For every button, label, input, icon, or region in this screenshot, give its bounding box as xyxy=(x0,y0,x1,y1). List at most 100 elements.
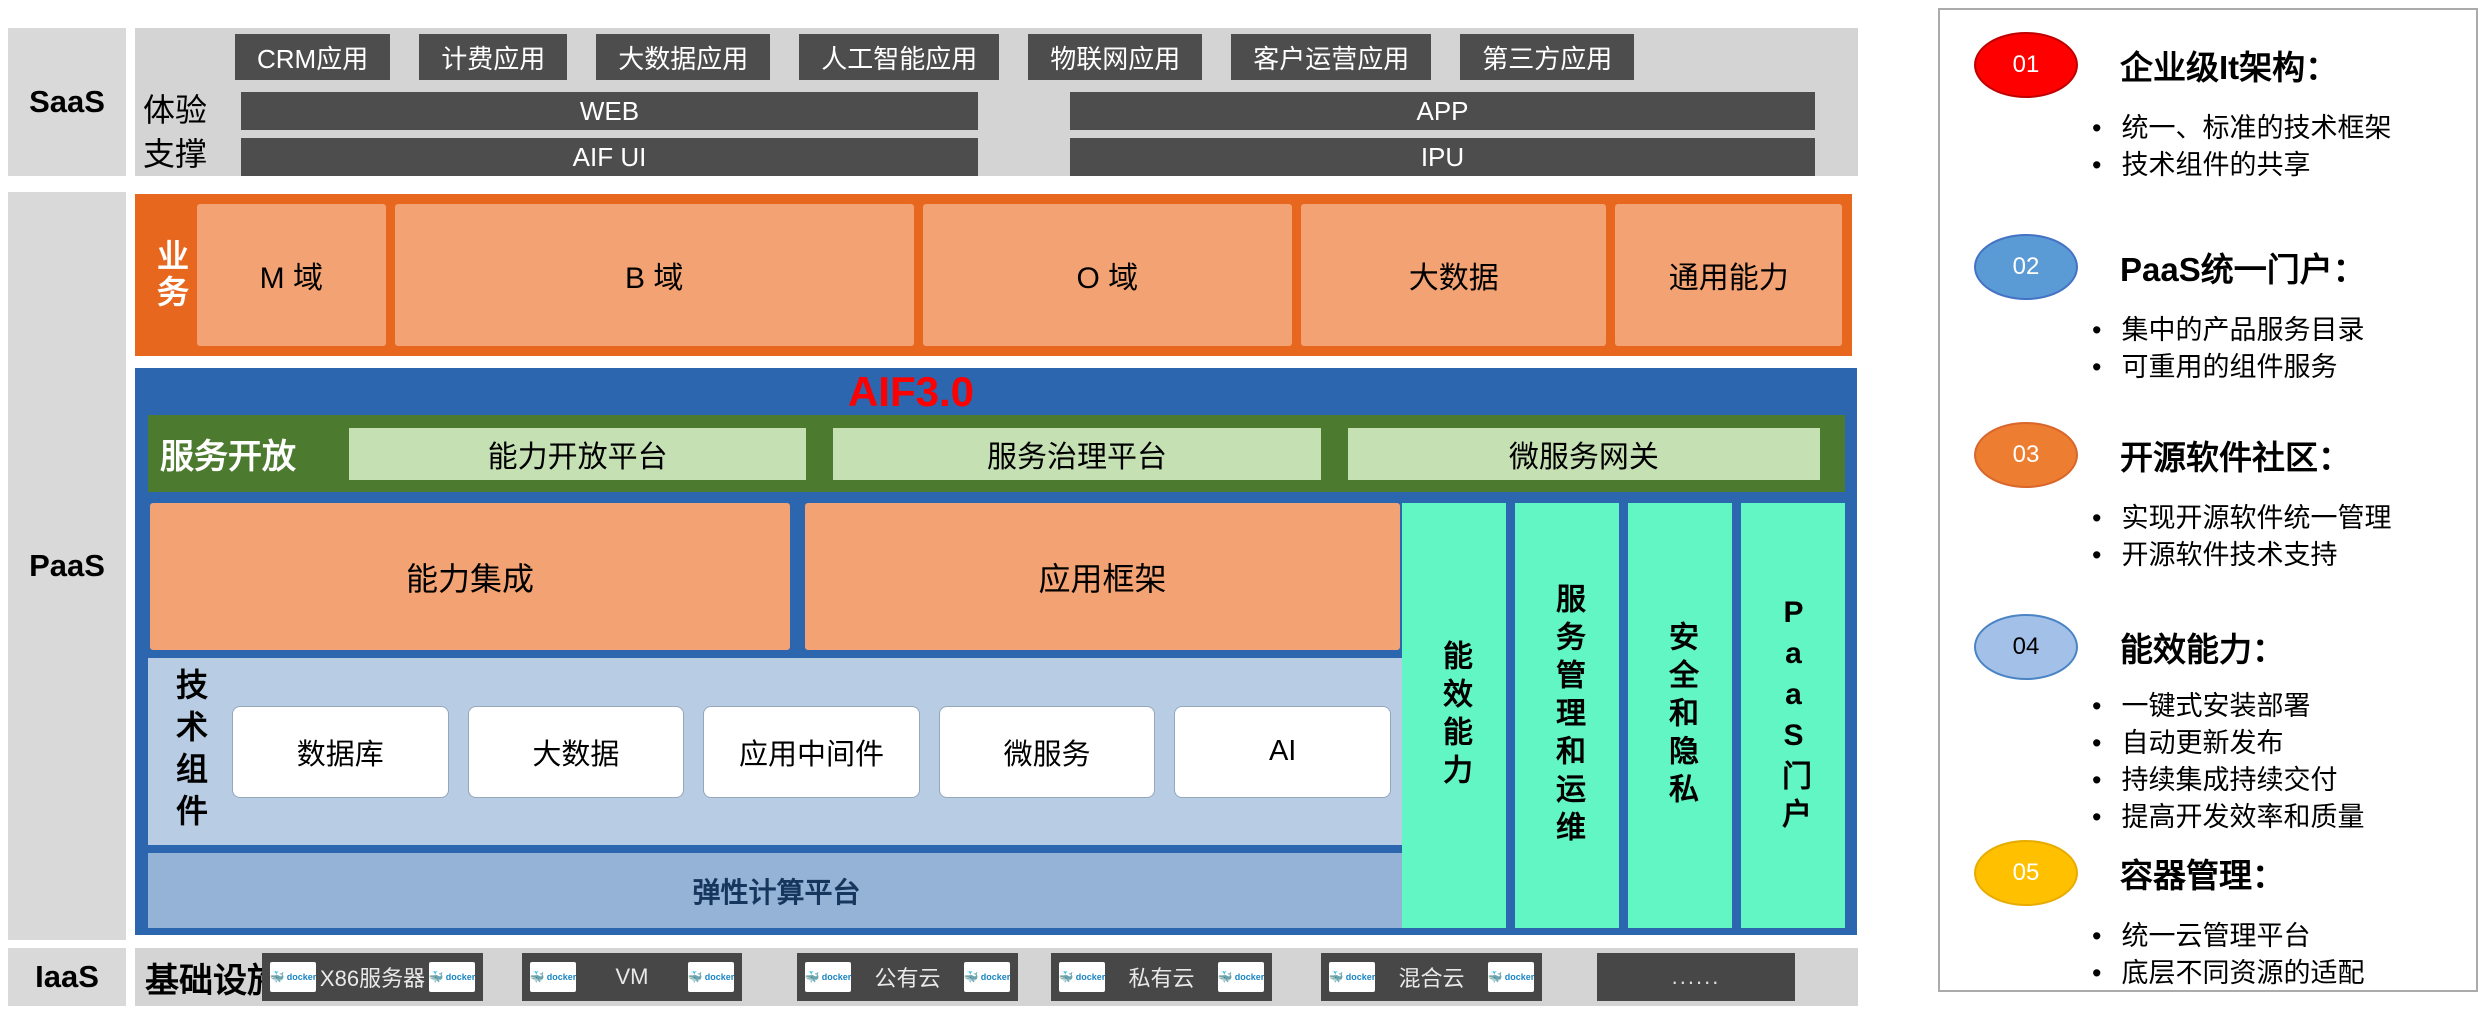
service-open-row: 服务开放 能力开放平台 服务治理平台 微服务网关 xyxy=(148,415,1845,492)
experience-support-label: 体验 支撑 xyxy=(143,88,207,176)
capability-open-platform: 能力开放平台 xyxy=(349,428,806,480)
note-bullet: 开源软件技术支持 xyxy=(2092,537,2462,574)
capability-integration-block: 能力集成 xyxy=(150,503,790,650)
ipu-bar: IPU xyxy=(1070,138,1815,176)
key-points-panel: 01 企业级It架构： 统一、标准的技术框架 技术组件的共享 02 PaaS统一… xyxy=(1938,8,2478,992)
note-number-badge: 05 xyxy=(1974,840,2078,906)
note-bullet: 可重用的组件服务 xyxy=(2092,349,2462,386)
tech-item-microservice: 微服务 xyxy=(939,706,1156,798)
note-bullet: 统一云管理平台 xyxy=(2092,918,2462,955)
app-chip-iot: 物联网应用 xyxy=(1028,34,1202,80)
platform-pillars: 能效能力 服务管理和运维 安全和隐私 PaaS门户 xyxy=(1402,503,1845,928)
app-bar: APP xyxy=(1070,92,1815,130)
elastic-computing-platform: 弹性计算平台 xyxy=(148,853,1405,928)
note-number-badge: 03 xyxy=(1974,422,2078,488)
docker-whale-icon: 🐳 xyxy=(964,971,979,983)
note-item-05: 05 容器管理： 统一云管理平台 底层不同资源的适配 xyxy=(1974,840,2462,992)
tech-components-panel: 技术组件 数据库 大数据 应用中间件 微服务 AI xyxy=(148,658,1405,845)
pillar-service-mgmt-ops: 服务管理和运维 xyxy=(1515,503,1619,928)
note-title: 能效能力： xyxy=(2120,623,2285,671)
app-chip-ai: 人工智能应用 xyxy=(799,34,999,80)
note-bullet: 统一、标准的技术框架 xyxy=(2092,110,2462,147)
app-chip-bigdata: 大数据应用 xyxy=(596,34,770,80)
docker-whale-icon: 🐳 xyxy=(270,971,285,983)
it-architecture-diagram: SaaS PaaS IaaS CRM应用 计费应用 大数据应用 人工智能应用 物… xyxy=(0,0,2490,1010)
tech-item-bigdata: 大数据 xyxy=(468,706,685,798)
business-layer: 业务 M 域 B 域 O 域 大数据 通用能力 xyxy=(135,194,1852,356)
pillar-security-privacy: 安全和隐私 xyxy=(1628,503,1732,928)
tech-components-label: 技术组件 xyxy=(162,668,218,836)
docker-logo-icon: 🐳docker xyxy=(270,962,316,992)
domain-m: M 域 xyxy=(197,204,386,346)
web-bar: WEB xyxy=(241,92,978,130)
note-bullet: 底层不同资源的适配 xyxy=(2092,955,2462,992)
docker-whale-icon: 🐳 xyxy=(1488,971,1503,983)
iaas-section: 基础设施 🐳docker X86服务器 🐳docker 🐳docker VM 🐳… xyxy=(135,948,1858,1006)
docker-logo-icon: 🐳docker xyxy=(805,962,851,992)
pillar-efficiency: 能效能力 xyxy=(1402,503,1506,928)
app-chip-thirdparty: 第三方应用 xyxy=(1460,34,1634,80)
business-domains: M 域 B 域 O 域 大数据 通用能力 xyxy=(197,204,1842,346)
service-open-label: 服务开放 xyxy=(160,429,322,478)
docker-whale-icon: 🐳 xyxy=(805,971,820,983)
tech-item-database: 数据库 xyxy=(232,706,449,798)
tech-components-items: 数据库 大数据 应用中间件 微服务 AI xyxy=(232,706,1391,798)
docker-logo-icon: 🐳docker xyxy=(1059,962,1105,992)
note-title: 容器管理： xyxy=(2120,849,2285,897)
layer-label-paas: PaaS xyxy=(8,192,126,940)
note-bullet: 自动更新发布 xyxy=(2092,725,2462,762)
iaas-chip-private-cloud: 🐳docker 私有云 🐳docker xyxy=(1051,953,1272,1001)
iaas-chip-more: ...... xyxy=(1597,953,1795,1001)
tech-item-ai: AI xyxy=(1174,706,1391,798)
domain-o: O 域 xyxy=(923,204,1292,346)
note-bullet: 集中的产品服务目录 xyxy=(2092,312,2462,349)
note-item-03: 03 开源软件社区： 实现开源软件统一管理 开源软件技术支持 xyxy=(1974,422,2462,574)
docker-whale-icon: 🐳 xyxy=(530,971,545,983)
service-governance-platform: 服务治理平台 xyxy=(833,428,1320,480)
docker-logo-icon: 🐳docker xyxy=(1218,962,1264,992)
note-title: 企业级It架构： xyxy=(2120,41,2338,89)
iaas-chip-public-cloud: 🐳docker 公有云 🐳docker xyxy=(797,953,1018,1001)
note-bullet: 技术组件的共享 xyxy=(2092,147,2462,184)
docker-logo-icon: 🐳docker xyxy=(688,962,734,992)
app-chip-crm: CRM应用 xyxy=(235,34,390,80)
note-item-02: 02 PaaS统一门户： 集中的产品服务目录 可重用的组件服务 xyxy=(1974,234,2462,386)
docker-logo-icon: 🐳docker xyxy=(429,962,475,992)
docker-whale-icon: 🐳 xyxy=(1329,971,1344,983)
note-bullet: 持续集成持续交付 xyxy=(2092,762,2462,799)
tech-item-middleware: 应用中间件 xyxy=(703,706,920,798)
note-number-badge: 04 xyxy=(1974,614,2078,680)
aif-version-title: AIF3.0 xyxy=(135,368,1857,414)
aif-ui-bar: AIF UI xyxy=(241,138,978,176)
docker-logo-icon: 🐳docker xyxy=(1329,962,1375,992)
note-bullet: 提高开发效率和质量 xyxy=(2092,799,2462,836)
note-number-badge: 02 xyxy=(1974,234,2078,300)
infrastructure-label: 基础设施 xyxy=(145,948,281,1006)
saas-app-chips: CRM应用 计费应用 大数据应用 人工智能应用 物联网应用 客户运营应用 第三方… xyxy=(235,34,1634,80)
docker-logo-icon: 🐳docker xyxy=(964,962,1010,992)
layer-label-iaas: IaaS xyxy=(8,948,126,1006)
app-chip-customer-ops: 客户运营应用 xyxy=(1231,34,1431,80)
domain-b: B 域 xyxy=(395,204,914,346)
application-framework-block: 应用框架 xyxy=(805,503,1400,650)
microservice-gateway: 微服务网关 xyxy=(1348,428,1820,480)
domain-common: 通用能力 xyxy=(1615,204,1842,346)
pillar-paas-portal: PaaS门户 xyxy=(1741,503,1845,928)
note-title: PaaS统一门户： xyxy=(2120,243,2366,291)
note-bullet: 一键式安装部署 xyxy=(2092,688,2462,725)
note-bullet: 实现开源软件统一管理 xyxy=(2092,500,2462,537)
note-title: 开源软件社区： xyxy=(2120,431,2351,479)
iaas-chip-x86: 🐳docker X86服务器 🐳docker xyxy=(262,953,483,1001)
docker-whale-icon: 🐳 xyxy=(688,971,703,983)
docker-whale-icon: 🐳 xyxy=(1218,971,1233,983)
note-item-04: 04 能效能力： 一键式安装部署 自动更新发布 持续集成持续交付 提高开发效率和… xyxy=(1974,614,2462,836)
iaas-chip-hybrid-cloud: 🐳docker 混合云 🐳docker xyxy=(1321,953,1542,1001)
docker-whale-icon: 🐳 xyxy=(429,971,444,983)
note-item-01: 01 企业级It架构： 统一、标准的技术框架 技术组件的共享 xyxy=(1974,32,2462,184)
domain-bigdata: 大数据 xyxy=(1301,204,1606,346)
saas-section: CRM应用 计费应用 大数据应用 人工智能应用 物联网应用 客户运营应用 第三方… xyxy=(135,28,1858,176)
docker-logo-icon: 🐳docker xyxy=(530,962,576,992)
layer-label-saas: SaaS xyxy=(8,28,126,176)
docker-whale-icon: 🐳 xyxy=(1059,971,1074,983)
docker-logo-icon: 🐳docker xyxy=(1488,962,1534,992)
